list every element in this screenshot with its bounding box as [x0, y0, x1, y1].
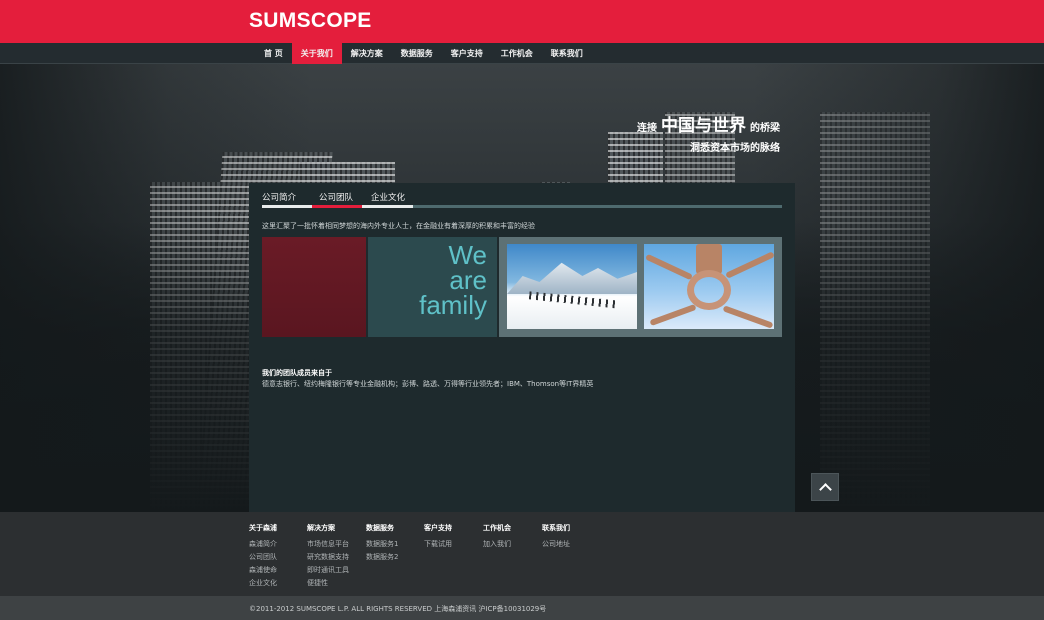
copyright-bar: ©2011-2012 SUMSCOPE L.P. ALL RIGHTS RESE… [0, 596, 1044, 620]
nav-list: 首 页 关于我们 解决方案 数据服务 客户支持 工作机会 联系我们 [255, 43, 592, 64]
mountain-team-photo [507, 244, 637, 329]
team-gallery: We are family [262, 237, 782, 337]
content-panel: 公司简介 公司团队 企业文化 这里汇聚了一批怀着相同梦想的海内外专业人士，在金融… [249, 183, 795, 512]
tagline-highlight: 中国与世界 [661, 116, 746, 136]
nav-item-careers[interactable]: 工作机会 [492, 43, 542, 64]
site-logo[interactable]: SUMSCOPE [249, 9, 372, 33]
team-intro-text: 这里汇聚了一批怀着相同梦想的海内外专业人士，在金融业有着深厚的积累和丰富的经验 [262, 222, 535, 230]
top-bar: SUMSCOPE [0, 0, 1044, 43]
footer-links: 关于森浦 森浦简介 公司团队 森浦使命 企业文化 解决方案 市场信息平台 研究数… [0, 512, 1044, 596]
nav-item-home[interactable]: 首 页 [255, 43, 292, 64]
footer-link[interactable]: 下载试用 [424, 538, 452, 551]
footer-link[interactable]: 市场信息平台 [307, 538, 349, 551]
we-are-family-banner: We are family [368, 237, 497, 337]
footer-link[interactable]: 便捷性 [307, 577, 349, 590]
nav-item-support[interactable]: 客户支持 [442, 43, 492, 64]
tagline-prefix: 连接 [637, 123, 657, 134]
footer-link[interactable]: 数据服务1 [366, 538, 398, 551]
footer-link[interactable]: 研究数据支持 [307, 551, 349, 564]
gallery-photo-frame [499, 237, 782, 337]
footer-column-about: 关于森浦 森浦简介 公司团队 森浦使命 企业文化 [249, 523, 277, 590]
team-origin-heading: 我们的团队成员来自于 [262, 369, 332, 377]
tagline-line2: 洞悉资本市场的脉络 [690, 143, 780, 154]
back-to-top-button[interactable] [811, 473, 839, 501]
hero-tagline: 连接 中国与世界 的桥梁 洞悉资本市场的脉络 [637, 116, 780, 154]
footer-link[interactable]: 森浦简介 [249, 538, 277, 551]
nav-item-data-services[interactable]: 数据服务 [392, 43, 442, 64]
footer-heading: 数据服务 [366, 524, 394, 532]
footer-link[interactable]: 数据服务2 [366, 551, 398, 564]
banner-word-family: family [419, 290, 487, 320]
footer-column-solutions: 解决方案 市场信息平台 研究数据支持 即时通讯工具 便捷性 [307, 523, 349, 590]
footer-column-careers: 工作机会 加入我们 [483, 523, 511, 551]
footer-column-contact: 联系我们 公司地址 [542, 523, 570, 551]
footer-link[interactable]: 公司地址 [542, 538, 570, 551]
nav-item-solutions[interactable]: 解决方案 [342, 43, 392, 64]
footer-link[interactable]: 公司团队 [249, 551, 277, 564]
footer-heading: 工作机会 [483, 524, 511, 532]
footer-link[interactable]: 森浦使命 [249, 564, 277, 577]
nav-item-about[interactable]: 关于我们 [291, 43, 342, 64]
footer-column-support: 客户支持 下载试用 [424, 523, 452, 551]
footer-link[interactable]: 企业文化 [249, 577, 277, 590]
footer-heading: 联系我们 [542, 524, 570, 532]
footer-heading: 客户支持 [424, 524, 452, 532]
footer-heading: 解决方案 [307, 524, 335, 532]
hands-circle-photo [644, 244, 774, 329]
footer-link[interactable]: 即时通讯工具 [307, 564, 349, 577]
gallery-color-block [262, 237, 366, 337]
main-nav: 首 页 关于我们 解决方案 数据服务 客户支持 工作机会 联系我们 [0, 43, 1044, 64]
tab-indicator-bar [262, 205, 782, 208]
chevron-up-icon [818, 482, 832, 496]
tab-indicator-active [312, 205, 362, 208]
tab-indicator-segment [362, 205, 413, 208]
footer-heading: 关于森浦 [249, 524, 277, 532]
tab-indicator-segment [262, 205, 312, 208]
footer-column-data-services: 数据服务 数据服务1 数据服务2 [366, 523, 398, 564]
tagline-suffix: 的桥梁 [750, 123, 780, 134]
nav-item-contact[interactable]: 联系我们 [542, 43, 592, 64]
footer-link[interactable]: 加入我们 [483, 538, 511, 551]
team-origin-description: 德意志银行、纽约梅隆银行等专业金融机构；彭博、路透、万得等行业领先者；IBM、T… [262, 380, 594, 388]
copyright-text: ©2011-2012 SUMSCOPE L.P. ALL RIGHTS RESE… [249, 605, 547, 613]
